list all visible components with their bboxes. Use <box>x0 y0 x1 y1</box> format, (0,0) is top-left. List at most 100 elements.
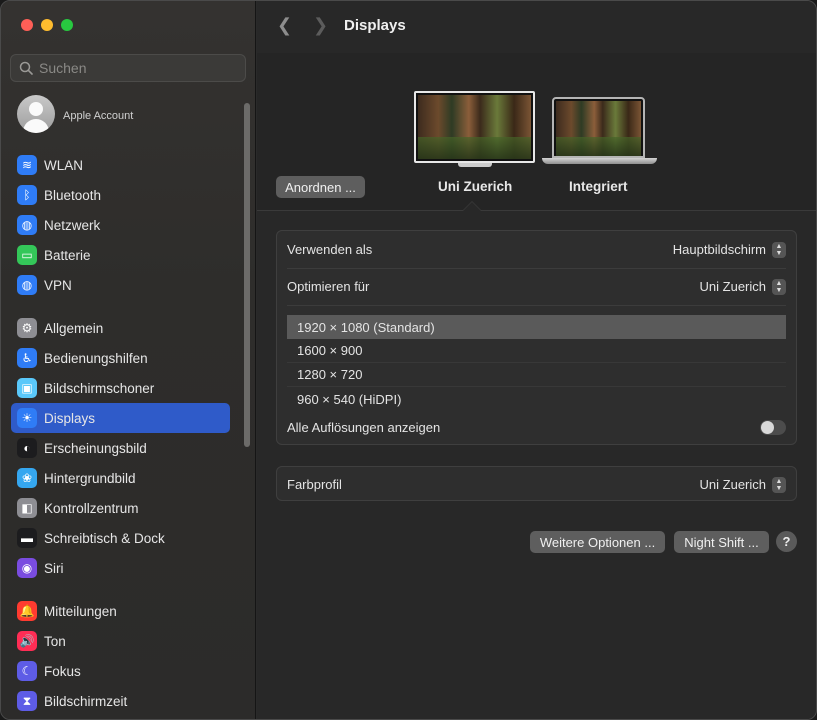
show-all-toggle[interactable] <box>760 420 786 435</box>
help-button[interactable]: ? <box>776 531 797 552</box>
sidebar-item-label: WLAN <box>44 157 84 173</box>
more-options-button[interactable]: Weitere Optionen ... <box>530 531 665 553</box>
toolbar: ❮ ❯ Displays <box>257 1 816 53</box>
color-profile-row: Farbprofil Uni Zuerich ▲ ▼ <box>287 466 786 503</box>
sidebar-item-label: Hintergrundbild <box>44 470 136 486</box>
search-field[interactable] <box>10 54 246 82</box>
sidebar-item-label: Fokus <box>44 663 81 679</box>
sidebar-item-kontrollzentrum[interactable]: ◧ Kontrollzentrum <box>11 493 230 523</box>
vpn-icon: ◍ <box>17 275 37 295</box>
main-pane: ❮ ❯ Displays Anordnen ... Uni Zuerich In… <box>257 1 816 719</box>
bluetooth-icon: ᛒ <box>17 185 37 205</box>
search-icon <box>19 61 33 75</box>
minimize-button[interactable] <box>41 19 53 31</box>
sidebar-item-bildschirmzeit[interactable]: ⧗ Bildschirmzeit <box>11 686 230 716</box>
display-frame <box>414 91 535 163</box>
sidebar-scrollbar[interactable] <box>244 103 250 447</box>
zoom-button[interactable] <box>61 19 73 31</box>
display-settings-panel: Verwenden als Hauptbildschirm ▲ ▼ Optimie… <box>276 230 797 445</box>
wifi-icon: ≋ <box>17 155 37 175</box>
forward-arrow-icon[interactable]: ❯ <box>313 15 328 36</box>
stepper-icon: ▲ ▼ <box>772 476 786 493</box>
display-uni-zuerich[interactable] <box>414 91 535 167</box>
moon-icon: ☾ <box>17 661 37 681</box>
screensaver-icon: ▣ <box>17 378 37 398</box>
sound-icon: 🔊 <box>17 631 37 651</box>
stepper-icon: ▲ ▼ <box>772 241 786 258</box>
laptop-screen <box>552 97 645 158</box>
sidebar-item-label: Netzwerk <box>44 217 101 233</box>
use-as-row: Verwenden als Hauptbildschirm ▲ ▼ <box>287 231 786 268</box>
sidebar-item-label: Bluetooth <box>44 187 102 203</box>
wallpaper-image <box>418 95 531 159</box>
sidebar-item-bluetooth[interactable]: ᛒ Bluetooth <box>11 180 230 210</box>
sidebar-item-schreibtisch-dock[interactable]: ▬ Schreibtisch & Dock <box>11 523 230 553</box>
sidebar-item-erscheinungsbild[interactable]: ◐ Erscheinungsbild <box>11 433 230 463</box>
sidebar-item-label: Schreibtisch & Dock <box>44 530 165 546</box>
resolution-option[interactable]: 1920 × 1080 (Standard) <box>287 315 786 339</box>
hourglass-icon: ⧗ <box>17 691 37 711</box>
sidebar-item-batterie[interactable]: ▭ Batterie <box>11 240 230 270</box>
sidebar-item-label: VPN <box>44 277 72 293</box>
resolution-option[interactable]: 1600 × 900 <box>287 339 786 363</box>
sidebar-item-mitteilungen[interactable]: 🔔 Mitteilungen <box>11 596 230 626</box>
gear-icon: ⚙ <box>17 318 37 338</box>
window-controls <box>21 19 73 31</box>
use-as-popup[interactable]: Hauptbildschirm ▲ ▼ <box>673 241 786 258</box>
dock-icon: ▬ <box>17 528 37 548</box>
sidebar-item-label: Bildschirmzeit <box>44 693 128 709</box>
sidebar-item-displays[interactable]: ☀ Displays <box>11 403 230 433</box>
sidebar-item-label: Bildschirmschoner <box>44 380 155 396</box>
sidebar-item-label: Batterie <box>44 247 91 263</box>
sidebar-item-label: Bedienungshilfen <box>44 350 148 366</box>
sidebar-item-label: Erscheinungsbild <box>44 440 147 456</box>
sidebar-item-bildschirmschoner[interactable]: ▣ Bildschirmschoner <box>11 373 230 403</box>
notifications-icon: 🔔 <box>17 601 37 621</box>
sidebar-item-hintergrundbild[interactable]: ❀ Hintergrundbild <box>11 463 230 493</box>
sidebar-item-siri[interactable]: ◉ Siri <box>11 553 230 583</box>
color-profile-value: Uni Zuerich <box>699 477 766 492</box>
battery-icon: ▭ <box>17 245 37 265</box>
display-integriert[interactable] <box>542 97 657 167</box>
color-profile-panel: Farbprofil Uni Zuerich ▲ ▼ <box>276 466 797 501</box>
sidebar-item-ton[interactable]: 🔊 Ton <box>11 626 230 656</box>
wallpaper-icon: ❀ <box>17 468 37 488</box>
siri-icon: ◉ <box>17 558 37 578</box>
optimize-for-value: Uni Zuerich <box>699 279 766 294</box>
nav-group-notifications: 🔔 Mitteilungen 🔊 Ton ☾ Fokus ⧗ Bildschirmzeit <box>11 596 230 716</box>
night-shift-button[interactable]: Night Shift ... <box>674 531 769 553</box>
sidebar-item-label: Ton <box>44 633 66 649</box>
sidebar-item-vpn[interactable]: ◍ VPN <box>11 270 230 300</box>
globe-icon: ◍ <box>17 215 37 235</box>
nav-group-network: ≋ WLAN ᛒ Bluetooth ◍ Netzwerk ▭ Batterie ◍ VPN <box>11 150 230 300</box>
optimize-for-popup[interactable]: Uni Zuerich ▲ ▼ <box>699 278 786 295</box>
arrange-button[interactable]: Anordnen ... <box>276 176 365 198</box>
color-profile-label: Farbprofil <box>287 477 342 492</box>
sidebar-item-label: Allgemein <box>44 320 104 336</box>
close-button[interactable] <box>21 19 33 31</box>
settings-window: Apple Account ≋ WLAN ᛒ Bluetooth ◍ Netzwerk ▭ B… <box>0 0 817 720</box>
stepper-icon: ▲ ▼ <box>772 278 786 295</box>
sidebar-item-bedienungshilfen[interactable]: ♿ Bedienungshilfen <box>11 343 230 373</box>
color-profile-popup[interactable]: Uni Zuerich ▲ ▼ <box>699 476 786 493</box>
sidebar-item-label: Kontrollzentrum <box>44 500 139 516</box>
back-arrow-icon[interactable]: ❮ <box>277 15 292 36</box>
use-as-label: Verwenden als <box>287 242 373 257</box>
selection-pointer <box>462 201 482 211</box>
sidebar-item-wlan[interactable]: ≋ WLAN <box>11 150 230 180</box>
show-all-row: Alle Auflösungen anzeigen <box>287 409 786 446</box>
control-center-icon: ◧ <box>17 498 37 518</box>
sidebar-item-label: Siri <box>44 560 64 576</box>
optimize-for-row: Optimieren für Uni Zuerich ▲ ▼ <box>287 268 786 305</box>
sidebar-item-netzwerk[interactable]: ◍ Netzwerk <box>11 210 230 240</box>
brightness-icon: ☀ <box>17 408 37 428</box>
monitor-stand <box>458 163 492 167</box>
resolution-option[interactable]: 960 × 540 (HiDPI) <box>287 387 786 411</box>
resolution-option[interactable]: 1280 × 720 <box>287 363 786 387</box>
nav-group-system: ⚙ Allgemein ♿ Bedienungshilfen ▣ Bildschirmsc… <box>11 313 230 583</box>
apple-account[interactable]: Apple Account <box>17 95 133 133</box>
sidebar: Apple Account ≋ WLAN ᛒ Bluetooth ◍ Netzwerk ▭ B… <box>1 1 256 719</box>
sidebar-item-allgemein[interactable]: ⚙ Allgemein <box>11 313 230 343</box>
sidebar-item-fokus[interactable]: ☾ Fokus <box>11 656 230 686</box>
search-input[interactable] <box>39 60 229 76</box>
